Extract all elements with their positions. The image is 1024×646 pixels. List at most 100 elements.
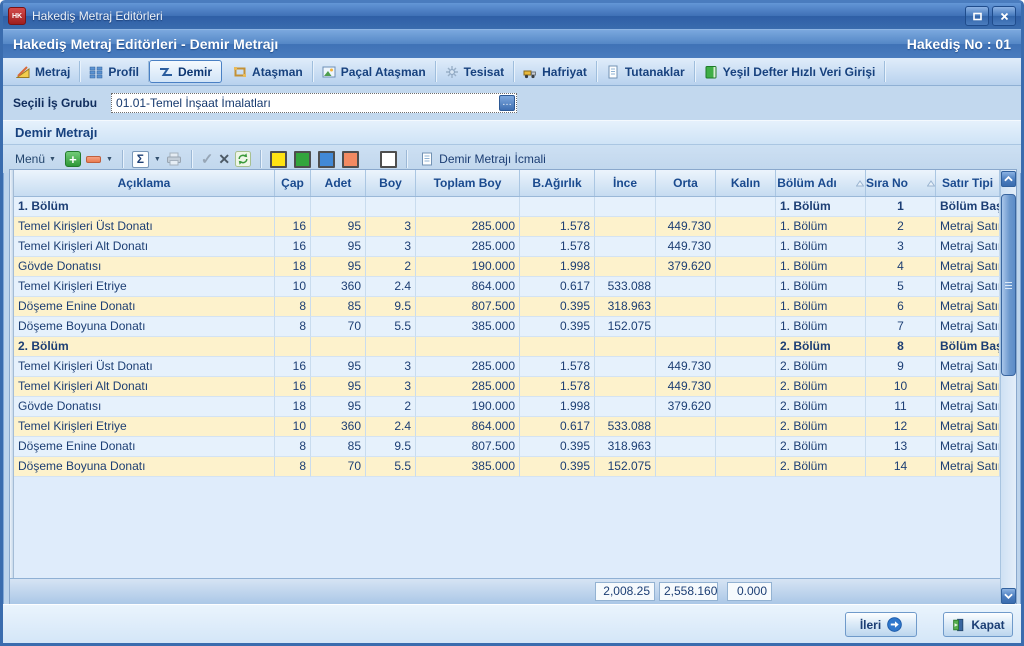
cell-orta: 449.730	[656, 357, 716, 377]
refresh-button[interactable]	[235, 151, 251, 167]
table-row[interactable]: Temel Kirişleri Üst Donatı16953285.0001.…	[14, 357, 1000, 377]
cell-boy: 9.5	[366, 297, 416, 317]
scroll-down-button[interactable]	[1001, 588, 1016, 604]
table-row[interactable]: Döşeme Enine Donatı8859.5807.5000.395318…	[14, 437, 1000, 457]
cell-kalin	[716, 237, 776, 257]
cell-toplam_boy: 190.000	[416, 257, 520, 277]
cell-adet: 95	[311, 397, 366, 417]
table-row[interactable]: Döşeme Boyuna Donatı8705.5385.0000.39515…	[14, 457, 1000, 477]
cell-cap: 16	[275, 237, 311, 257]
header-cell-adet[interactable]: Adet	[311, 170, 366, 196]
tab-tesisat[interactable]: Tesisat	[436, 61, 514, 82]
cell-adet: 95	[311, 377, 366, 397]
header-cell-b_agirlik[interactable]: B.Ağırlık	[520, 170, 595, 196]
grid: Açıklama ÇapAdetBoyToplam BoyB.Ağırlıkİnc…	[10, 170, 1016, 605]
cell-orta: 379.620	[656, 397, 716, 417]
add-row-button[interactable]: +	[65, 151, 81, 167]
print-button[interactable]	[166, 151, 182, 167]
scroll-up-button[interactable]	[1001, 171, 1016, 187]
grid-body: 1. Bölüm1. Bölüm1Bölüm BaşlığıTemel Kiri…	[14, 197, 1000, 477]
tab-tutanaklar[interactable]: Tutanaklar	[597, 61, 695, 82]
table-row[interactable]: Gövde Donatısı18952190.0001.998379.6202.…	[14, 397, 1000, 417]
header-cell-kalin[interactable]: Kalın	[716, 170, 776, 196]
color-swatch-blue[interactable]	[318, 151, 335, 168]
tab-metraj[interactable]: Metraj	[7, 61, 80, 82]
cell-toplam_boy: 864.000	[416, 417, 520, 437]
table-row[interactable]: Temel Kirişleri Etriye103602.4864.0000.6…	[14, 277, 1000, 297]
chevron-down-icon[interactable]: ▼	[154, 156, 161, 163]
header-cell-aciklama[interactable]: Açıklama	[14, 170, 275, 196]
tab-atasman[interactable]: Ataşman	[224, 61, 313, 82]
cell-boy: 9.5	[366, 437, 416, 457]
cell-boy: 2.4	[366, 417, 416, 437]
cell-sira_no: 1	[866, 197, 936, 217]
close-button[interactable]	[992, 6, 1016, 26]
scroll-thumb[interactable]	[1001, 194, 1016, 376]
table-row[interactable]: Temel Kirişleri Etriye103602.4864.0000.6…	[14, 417, 1000, 437]
table-row[interactable]: 2. Bölüm2. Bölüm8Bölüm Başlığı	[14, 337, 1000, 357]
column-label: Sıra No	[866, 176, 908, 190]
cell-toplam_boy: 285.000	[416, 357, 520, 377]
cell-orta	[656, 457, 716, 477]
table-row[interactable]: Temel Kirişleri Alt Donatı16953285.0001.…	[14, 237, 1000, 257]
cell-aciklama: Temel Kirişleri Alt Donatı	[14, 377, 275, 397]
cell-ince: 533.088	[595, 277, 656, 297]
vertical-scrollbar[interactable]	[1000, 170, 1016, 605]
tab-demir[interactable]: Demir	[149, 60, 222, 83]
cell-boy	[366, 337, 416, 357]
color-swatch-orange[interactable]	[342, 151, 359, 168]
color-swatch-white[interactable]	[380, 151, 397, 168]
grid-header: Açıklama ÇapAdetBoyToplam BoyB.Ağırlıkİnc…	[14, 170, 1000, 197]
apply-button[interactable]: ✓	[201, 150, 214, 168]
table-row[interactable]: Temel Kirişleri Üst Donatı16953285.0001.…	[14, 217, 1000, 237]
kapat-button[interactable]: Kapat	[943, 612, 1013, 637]
header-cell-toplam_boy[interactable]: Toplam Boy	[416, 170, 520, 196]
header-cell-boy[interactable]: Boy	[366, 170, 416, 196]
browse-button[interactable]: …	[499, 95, 515, 111]
table-row[interactable]: Döşeme Boyuna Donatı8705.5385.0000.39515…	[14, 317, 1000, 337]
sum-button[interactable]: Σ	[132, 151, 149, 168]
chevron-down-icon: ▼	[49, 156, 56, 163]
cell-sira_no: 13	[866, 437, 936, 457]
table-row[interactable]: 1. Bölüm1. Bölüm1Bölüm Başlığı	[14, 197, 1000, 217]
color-swatch-green[interactable]	[294, 151, 311, 168]
header-cell-ince[interactable]: İnce	[595, 170, 656, 196]
table-row[interactable]: Temel Kirişleri Alt Donatı16953285.0001.…	[14, 377, 1000, 397]
exit-door-icon	[951, 618, 965, 632]
cell-bolum_adi: 2. Bölüm	[776, 417, 866, 437]
cell-kalin	[716, 277, 776, 297]
header-cell-bolum_adi[interactable]: Bölüm Adı	[776, 170, 866, 196]
header-cell-orta[interactable]: Orta	[656, 170, 716, 196]
column-label: Açıklama	[118, 176, 171, 190]
cell-bolum_adi: 1. Bölüm	[776, 197, 866, 217]
cell-b_agirlik	[520, 337, 595, 357]
icmal-button[interactable]: Demir Metrajı İcmali	[416, 150, 550, 168]
tab-profil[interactable]: Profil	[80, 61, 149, 82]
cell-sira_no: 10	[866, 377, 936, 397]
cell-boy: 5.5	[366, 317, 416, 337]
header-cell-satir_tipi[interactable]: Satır Tipi	[936, 170, 1000, 196]
cancel-button[interactable]: ✕	[218, 151, 230, 168]
cell-toplam_boy: 807.500	[416, 437, 520, 457]
remove-row-button[interactable]	[86, 156, 101, 163]
tab-pacal-atasman[interactable]: Paçal Ataşman	[313, 61, 436, 82]
cell-aciklama: Döşeme Enine Donatı	[14, 437, 275, 457]
tab-label: Metraj	[35, 65, 70, 79]
header-cell-sira_no[interactable]: Sıra No	[866, 170, 936, 196]
cell-b_agirlik: 1.998	[520, 397, 595, 417]
table-row[interactable]: Gövde Donatısı18952190.0001.998379.6201.…	[14, 257, 1000, 277]
maximize-button[interactable]	[965, 6, 989, 26]
cell-kalin	[716, 257, 776, 277]
header-cell-cap[interactable]: Çap	[275, 170, 311, 196]
tab-hafriyat[interactable]: Hafriyat	[514, 61, 597, 82]
chevron-down-icon[interactable]: ▼	[106, 156, 113, 163]
tab-yesil-defter[interactable]: Yeşil Defter Hızlı Veri Girişi	[695, 61, 886, 82]
is-grubu-input[interactable]	[113, 95, 500, 111]
cell-bolum_adi: 1. Bölüm	[776, 217, 866, 237]
cell-b_agirlik	[520, 197, 595, 217]
color-swatch-yellow[interactable]	[270, 151, 287, 168]
toolbar: Menü▼ + ▼ Σ ▼ ✓ ✕ Demir Metrajı İcmali	[3, 145, 1021, 173]
ileri-button[interactable]: İleri	[845, 612, 917, 637]
menu-button[interactable]: Menü▼	[11, 150, 60, 168]
table-row[interactable]: Döşeme Enine Donatı8859.5807.5000.395318…	[14, 297, 1000, 317]
